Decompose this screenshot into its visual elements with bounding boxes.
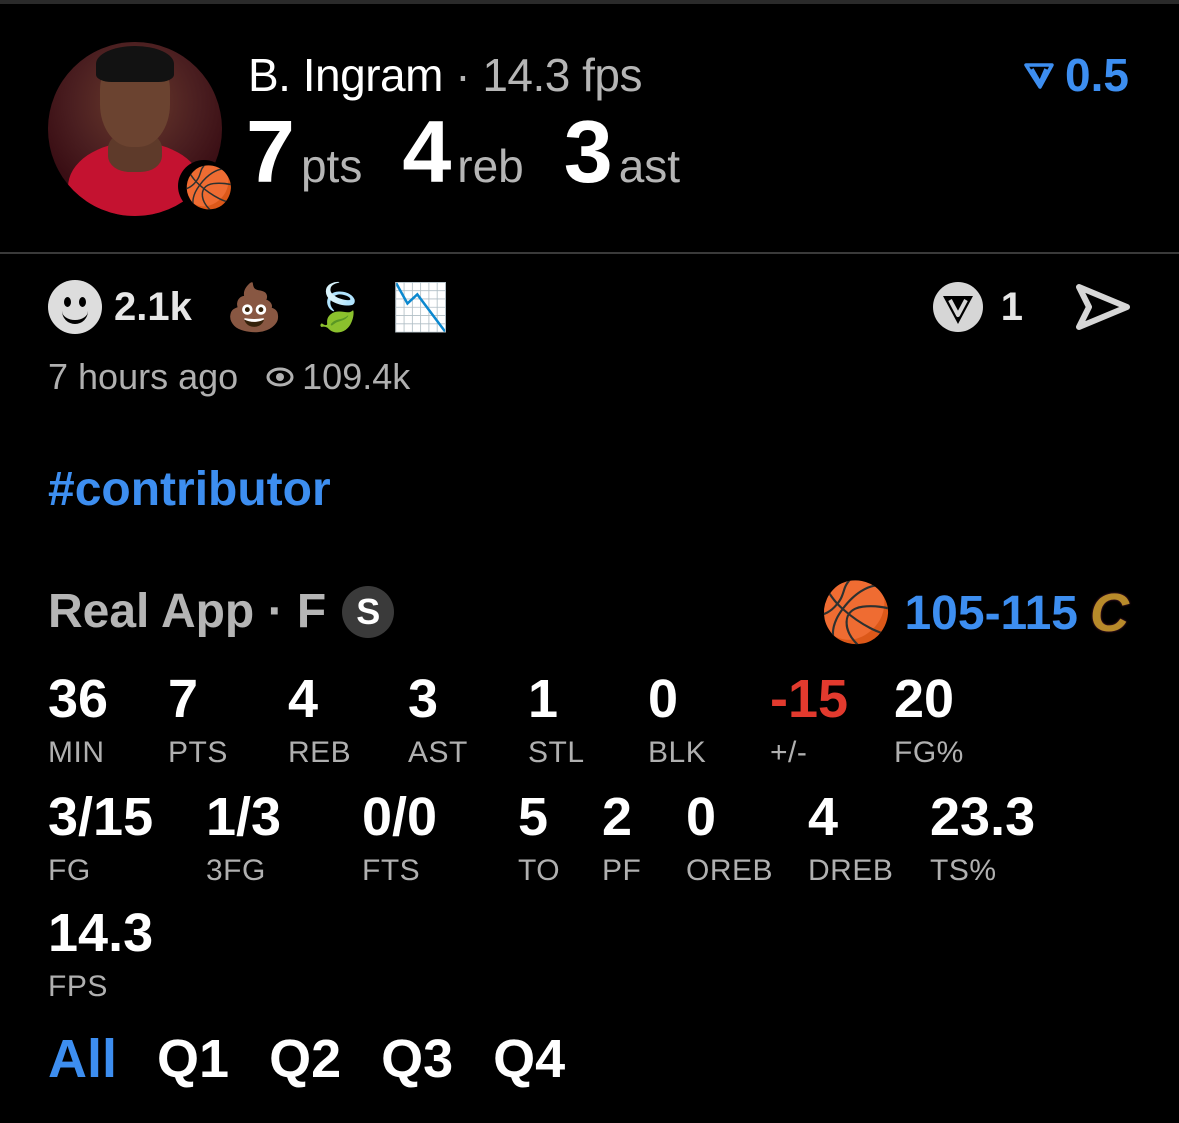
headline-stats: 7 pts 4 reb 3 ast [246, 108, 720, 196]
vote-score[interactable]: 0.5 [1023, 48, 1129, 102]
divider [0, 252, 1179, 254]
tab-q4[interactable]: Q4 [493, 1028, 565, 1090]
reactions-bar: 2.1k 💩 🍃 📉 [48, 280, 476, 334]
s-badge[interactable]: S [342, 585, 395, 638]
tab-q1[interactable]: Q1 [157, 1028, 229, 1090]
stat-ts-pct: 23.3 TS% [930, 787, 1036, 887]
player-title[interactable]: B. Ingram · 14.3 fps [248, 48, 642, 102]
share-send-icon[interactable] [1075, 283, 1131, 331]
raptors-logo-icon: 🏀 [178, 160, 234, 212]
final-score-value: 105-115 [904, 586, 1078, 640]
stat-pts: 7 PTS [168, 669, 228, 769]
post-meta: 7 hours ago 109.4k [48, 356, 410, 398]
stat-min: 36 MIN [48, 669, 109, 769]
smiley-reaction-icon[interactable] [48, 280, 102, 334]
stat-pf: 2 PF [602, 787, 642, 887]
stat-stl: 1 STL [528, 669, 585, 769]
player-fps: 14.3 fps [482, 49, 642, 101]
vote-arrow-icon [1024, 63, 1054, 89]
tab-q3[interactable]: Q3 [381, 1028, 453, 1090]
stat-dreb: 4 DREB [808, 787, 894, 887]
post-actions: 1 [931, 280, 1131, 334]
vote-score-value: 0.5 [1065, 49, 1129, 101]
rebounds-value: 4 [402, 102, 452, 201]
stat-fps: 14.3 FPS [48, 903, 154, 1003]
stat-oreb: 0 OREB [686, 787, 774, 887]
quarter-tabs: All Q1 Q2 Q3 Q4 [48, 1028, 565, 1090]
top-border [0, 0, 1179, 4]
stat-ast: 3 AST [408, 669, 468, 769]
final-score[interactable]: 🏀 105-115 C [820, 584, 1129, 642]
points-label: pts [300, 140, 363, 192]
stat-fg-pct: 20 FG% [894, 669, 964, 769]
tab-all[interactable]: All [48, 1028, 117, 1090]
vote-shield-icon[interactable] [931, 280, 985, 334]
stat-fts: 0/0 FTS [362, 787, 438, 887]
eye-icon [266, 367, 294, 387]
points-value: 7 [246, 102, 295, 201]
assists-label: ast [618, 140, 681, 192]
separator: · [442, 49, 483, 101]
poop-reaction-icon[interactable]: 💩 [226, 284, 283, 330]
view-count-value: 109.4k [302, 356, 411, 397]
stat-plus-minus: -15 +/- [770, 669, 849, 769]
stat-reb: 4 REB [288, 669, 352, 769]
reaction-count[interactable]: 2.1k [114, 285, 192, 330]
tab-q2[interactable]: Q2 [269, 1028, 341, 1090]
rebounds-label: reb [457, 140, 524, 192]
hashtag-link[interactable]: #contributor [48, 462, 331, 517]
stat-blk: 0 BLK [648, 669, 707, 769]
leaf-reaction-icon[interactable]: 🍃 [309, 284, 366, 330]
view-count: 109.4k [266, 356, 410, 398]
chart-down-reaction-icon[interactable]: 📉 [392, 284, 449, 330]
stat-3fg: 1/3 3FG [206, 787, 282, 887]
game-source-label: Real App · F [48, 585, 327, 638]
post-time: 7 hours ago [48, 356, 239, 397]
vote-count: 1 [1000, 284, 1023, 329]
stat-fg: 3/15 FG [48, 787, 154, 887]
cavaliers-team-icon: C [1090, 583, 1129, 643]
raptors-team-icon: 🏀 [820, 580, 893, 645]
game-source: Real App · F S [48, 584, 395, 639]
stat-to: 5 TO [518, 787, 561, 887]
player-name[interactable]: B. Ingram [248, 49, 443, 101]
assists-value: 3 [563, 102, 613, 201]
